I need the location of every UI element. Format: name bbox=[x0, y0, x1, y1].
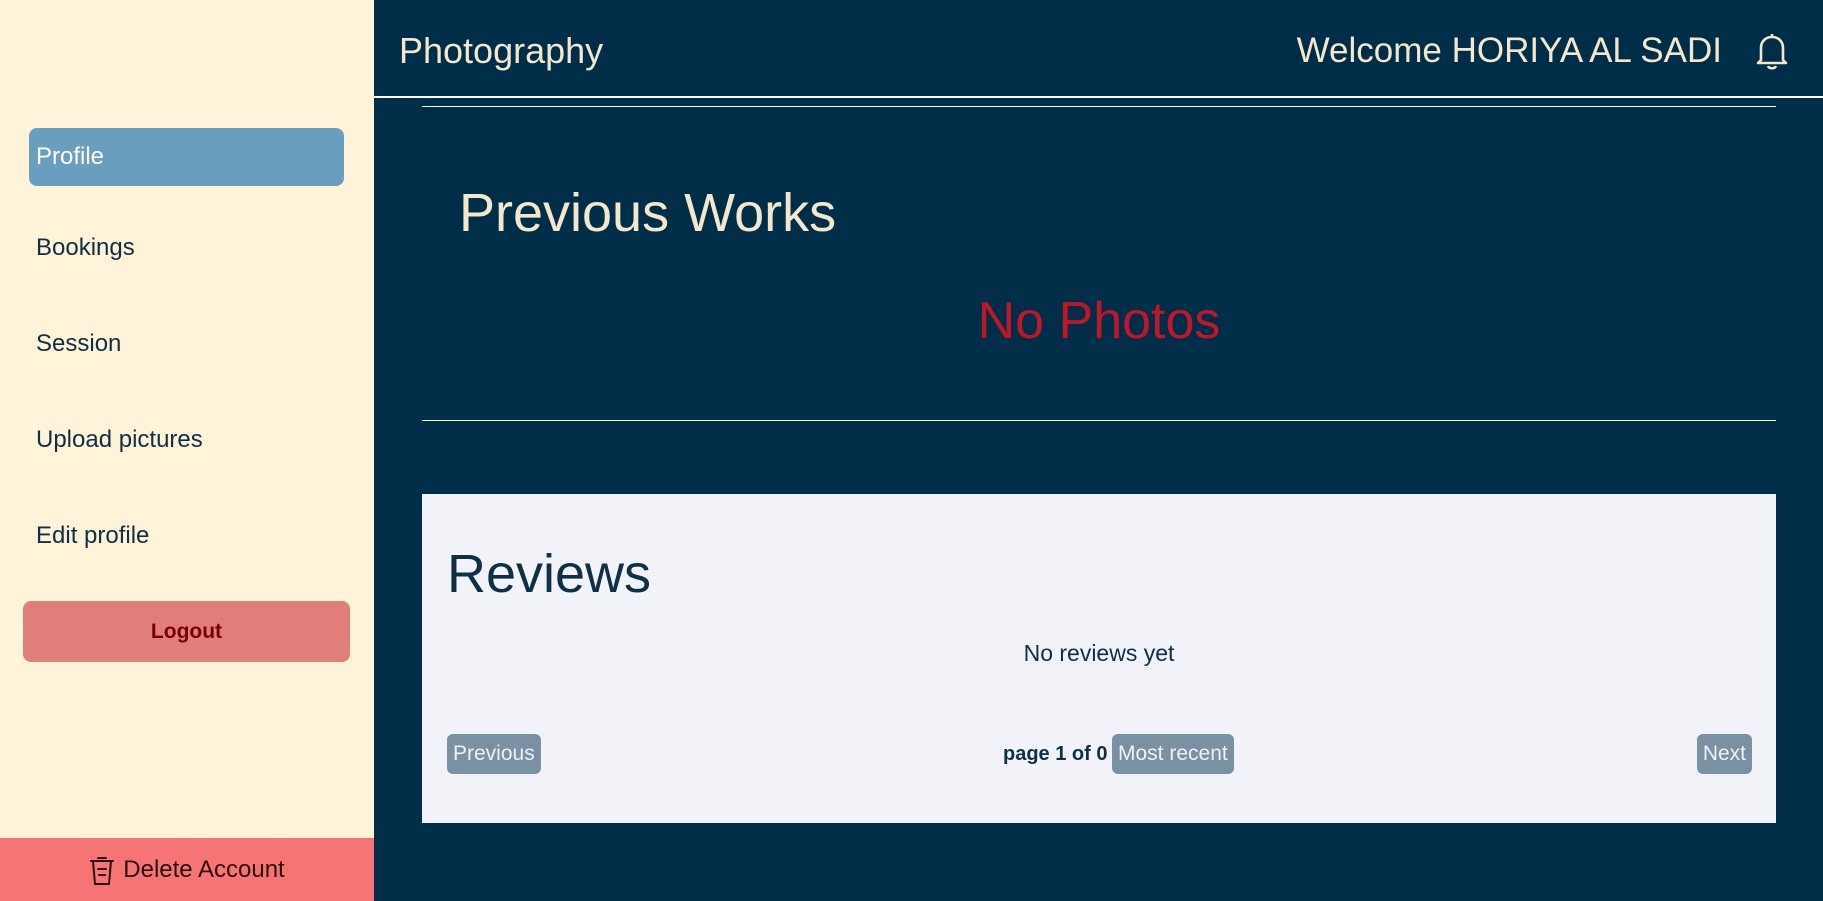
bell-icon[interactable] bbox=[1753, 31, 1791, 71]
sidebar-item-upload-pictures[interactable]: Upload pictures bbox=[29, 411, 344, 469]
reviews-panel: Reviews No reviews yet Previous page 1 o… bbox=[422, 494, 1776, 823]
sort-most-recent-button[interactable]: Most recent bbox=[1112, 734, 1234, 774]
top-bar: Photography Welcome HORIYA AL SADI bbox=[374, 0, 1823, 98]
delete-account-button[interactable]: Delete Account bbox=[0, 838, 374, 901]
no-photos-message: No Photos bbox=[977, 292, 1221, 350]
sidebar-item-bookings[interactable]: Bookings bbox=[29, 219, 344, 277]
sidebar-item-profile[interactable]: Profile bbox=[29, 128, 344, 186]
page-indicator: page 1 of 0 bbox=[1003, 743, 1108, 765]
trash-icon bbox=[89, 854, 115, 886]
previous-works-heading: Previous Works bbox=[459, 183, 837, 243]
sidebar-item-session[interactable]: Session bbox=[29, 315, 344, 373]
logout-button[interactable]: Logout bbox=[23, 601, 350, 662]
divider-bottom bbox=[422, 420, 1776, 421]
app-title: Photography bbox=[399, 30, 604, 71]
sidebar: Profile Bookings Session Upload pictures… bbox=[0, 0, 374, 901]
delete-account-label: Delete Account bbox=[123, 855, 285, 883]
next-page-button[interactable]: Next bbox=[1696, 734, 1752, 774]
previous-page-button[interactable]: Previous bbox=[447, 734, 541, 774]
welcome-text: Welcome HORIYA AL SADI bbox=[1296, 31, 1722, 70]
sidebar-item-edit-profile[interactable]: Edit profile bbox=[29, 507, 344, 565]
divider-top bbox=[422, 106, 1776, 107]
no-reviews-message: No reviews yet bbox=[1023, 640, 1175, 666]
reviews-heading: Reviews bbox=[447, 544, 652, 604]
